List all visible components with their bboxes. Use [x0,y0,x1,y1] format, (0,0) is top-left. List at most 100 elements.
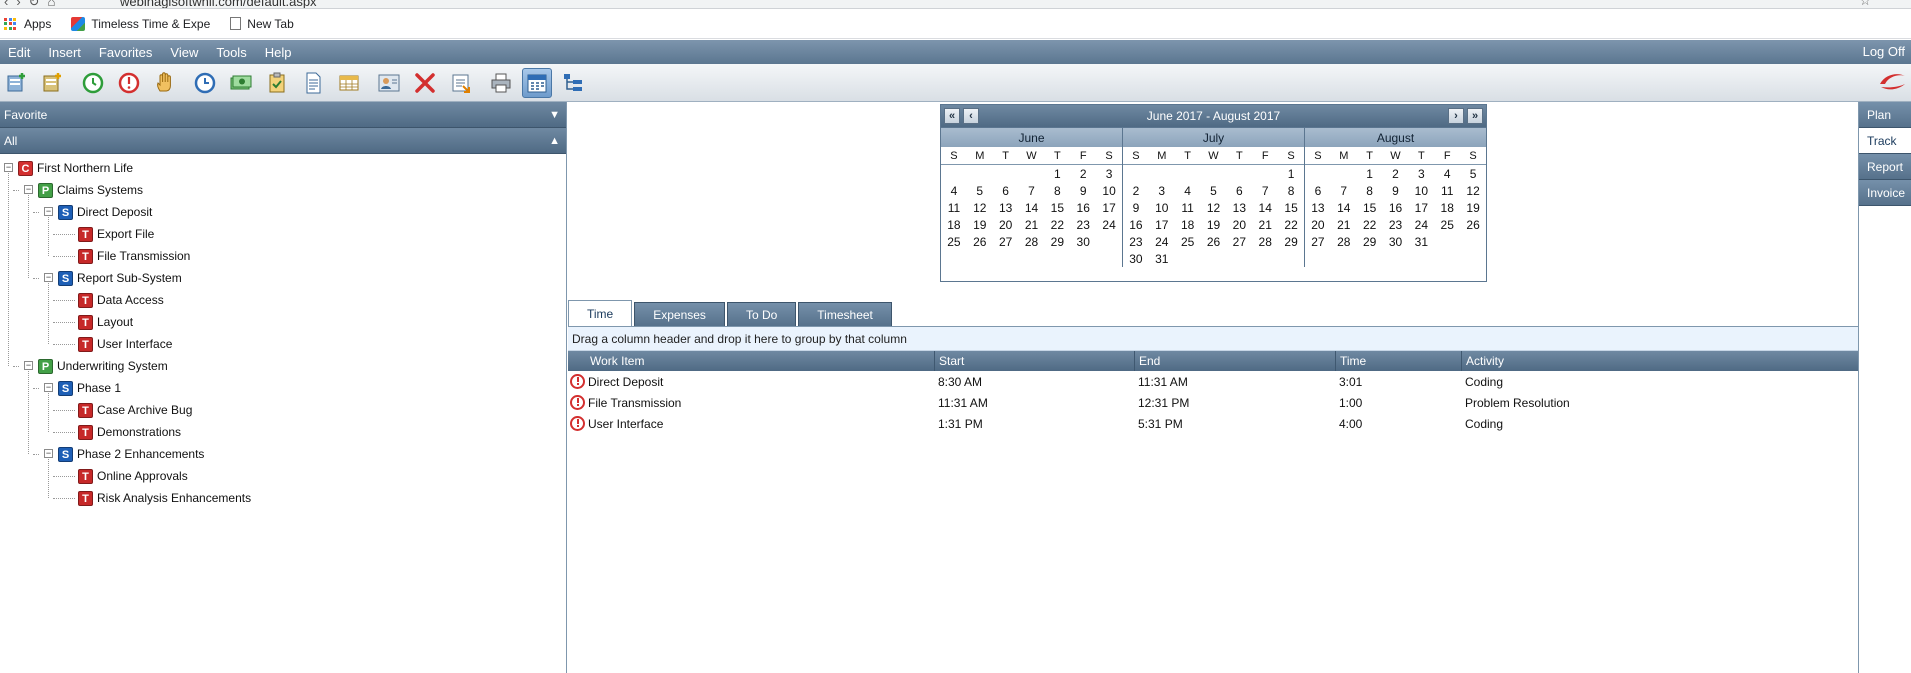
column-start[interactable]: Start [934,351,1134,371]
tree-node[interactable]: T Case Archive Bug [0,399,566,421]
tree-node[interactable]: − S Direct Deposit [0,201,566,223]
day-cell[interactable]: 18 [1434,199,1460,216]
print-icon[interactable] [486,68,516,98]
tab-time[interactable]: Time [568,300,633,326]
document-icon[interactable] [298,68,328,98]
day-cell[interactable]: 21 [1252,216,1278,233]
day-cell[interactable]: 4 [941,182,967,199]
url-text[interactable]: webinaglsoftwhil.com/default.aspx [120,0,317,8]
day-cell[interactable]: 26 [1460,216,1486,233]
day-cell[interactable]: 26 [1201,233,1227,250]
clipboard-icon[interactable] [262,68,292,98]
menu-favorites[interactable]: Favorites [91,45,162,60]
day-cell[interactable]: 27 [1305,233,1331,250]
day-cell[interactable]: 22 [1278,216,1304,233]
day-cell[interactable]: 7 [1019,182,1045,199]
table-row[interactable]: File Transmission 11:31 AM 12:31 PM 1:00 Pro… [568,392,1858,413]
day-cell[interactable]: 30 [1123,250,1149,267]
address-bar[interactable]: ‹›↻⌂ webinaglsoftwhil.com/default.aspx ☆ [0,0,1911,9]
day-cell[interactable]: 25 [1434,216,1460,233]
collapse-icon[interactable]: − [44,273,53,282]
calendar-icon[interactable] [522,67,552,98]
day-cell[interactable]: 28 [1331,233,1357,250]
day-cell[interactable]: 19 [1201,216,1227,233]
tree-node[interactable]: − C First Northern Life [0,157,566,179]
new-item-icon[interactable] [38,68,68,98]
day-cell[interactable]: 16 [1383,199,1409,216]
column-activity[interactable]: Activity [1461,351,1858,371]
menu-help[interactable]: Help [257,45,302,60]
favorite-header[interactable]: Favorite ▼ [0,102,566,128]
day-cell[interactable]: 13 [993,199,1019,216]
tree-node[interactable]: T User Interface [0,333,566,355]
day-cell[interactable]: 20 [1305,216,1331,233]
tree-node[interactable]: T Layout [0,311,566,333]
day-cell[interactable]: 1 [1278,165,1304,182]
day-cell[interactable]: 10 [1408,182,1434,199]
timer-icon[interactable] [190,68,220,98]
tree-node[interactable]: T Online Approvals [0,465,566,487]
column-work-item[interactable]: Work Item [568,351,934,371]
menu-edit[interactable]: Edit [0,45,40,60]
day-cell[interactable]: 3 [1149,182,1175,199]
day-cell[interactable]: 29 [1357,233,1383,250]
collapse-icon[interactable]: − [44,449,53,458]
day-cell[interactable]: 17 [1096,199,1122,216]
money-icon[interactable] [226,68,256,98]
export-icon[interactable] [446,68,476,98]
day-cell[interactable]: 16 [1123,216,1149,233]
bookmark-new-tab[interactable]: New Tab [230,17,294,31]
day-cell[interactable]: 5 [1460,165,1486,182]
menu-insert[interactable]: Insert [40,45,91,60]
tree-node[interactable]: − S Phase 1 [0,377,566,399]
day-cell[interactable]: 27 [1226,233,1252,250]
day-cell[interactable]: 4 [1434,165,1460,182]
day-cell[interactable]: 12 [1201,199,1227,216]
table-row[interactable]: User Interface 1:31 PM 5:31 PM 4:00 Coding [568,413,1858,434]
day-cell[interactable]: 6 [1226,182,1252,199]
day-cell[interactable]: 5 [1201,182,1227,199]
day-cell[interactable]: 15 [1278,199,1304,216]
day-cell[interactable]: 24 [1096,216,1122,233]
tree-node[interactable]: − P Underwriting System [0,355,566,377]
day-cell[interactable]: 20 [993,216,1019,233]
bookmark-star-icon[interactable]: ☆ [1859,0,1871,8]
next-year-button[interactable]: » [1467,108,1483,124]
day-cell[interactable]: 7 [1252,182,1278,199]
prev-month-button[interactable]: ‹ [963,108,979,124]
day-cell[interactable]: 19 [967,216,993,233]
day-cell[interactable]: 11 [941,199,967,216]
day-cell[interactable]: 17 [1149,216,1175,233]
tree-node[interactable]: − S Report Sub-System [0,267,566,289]
day-cell[interactable]: 19 [1460,199,1486,216]
menu-tools[interactable]: Tools [208,45,256,60]
day-cell[interactable]: 9 [1070,182,1096,199]
day-cell[interactable]: 28 [1019,233,1045,250]
tab-expenses[interactable]: Expenses [634,302,725,326]
tree-icon[interactable] [558,68,588,98]
day-cell[interactable]: 6 [993,182,1019,199]
day-cell[interactable]: 6 [1305,182,1331,199]
day-cell[interactable]: 24 [1149,233,1175,250]
day-cell[interactable]: 9 [1383,182,1409,199]
day-cell[interactable]: 20 [1226,216,1252,233]
prev-year-button[interactable]: « [944,108,960,124]
day-cell[interactable]: 28 [1252,233,1278,250]
grid-icon[interactable] [334,68,364,98]
day-cell[interactable]: 18 [941,216,967,233]
column-end[interactable]: End [1134,351,1335,371]
day-cell[interactable]: 18 [1175,216,1201,233]
day-cell[interactable]: 25 [1175,233,1201,250]
nav-plan[interactable]: Plan [1859,102,1911,128]
next-month-button[interactable]: › [1448,108,1464,124]
day-cell[interactable]: 9 [1123,199,1149,216]
table-row[interactable]: Direct Deposit 8:30 AM 11:31 AM 3:01 Coding [568,371,1858,392]
day-cell[interactable]: 22 [1044,216,1070,233]
collapse-icon[interactable]: − [24,185,33,194]
nav-invoice[interactable]: Invoice [1859,180,1911,206]
day-cell[interactable]: 23 [1123,233,1149,250]
tree-node[interactable]: T Risk Analysis Enhancements [0,487,566,509]
hand-icon[interactable] [150,68,180,98]
day-cell[interactable]: 21 [1331,216,1357,233]
day-cell[interactable]: 11 [1434,182,1460,199]
